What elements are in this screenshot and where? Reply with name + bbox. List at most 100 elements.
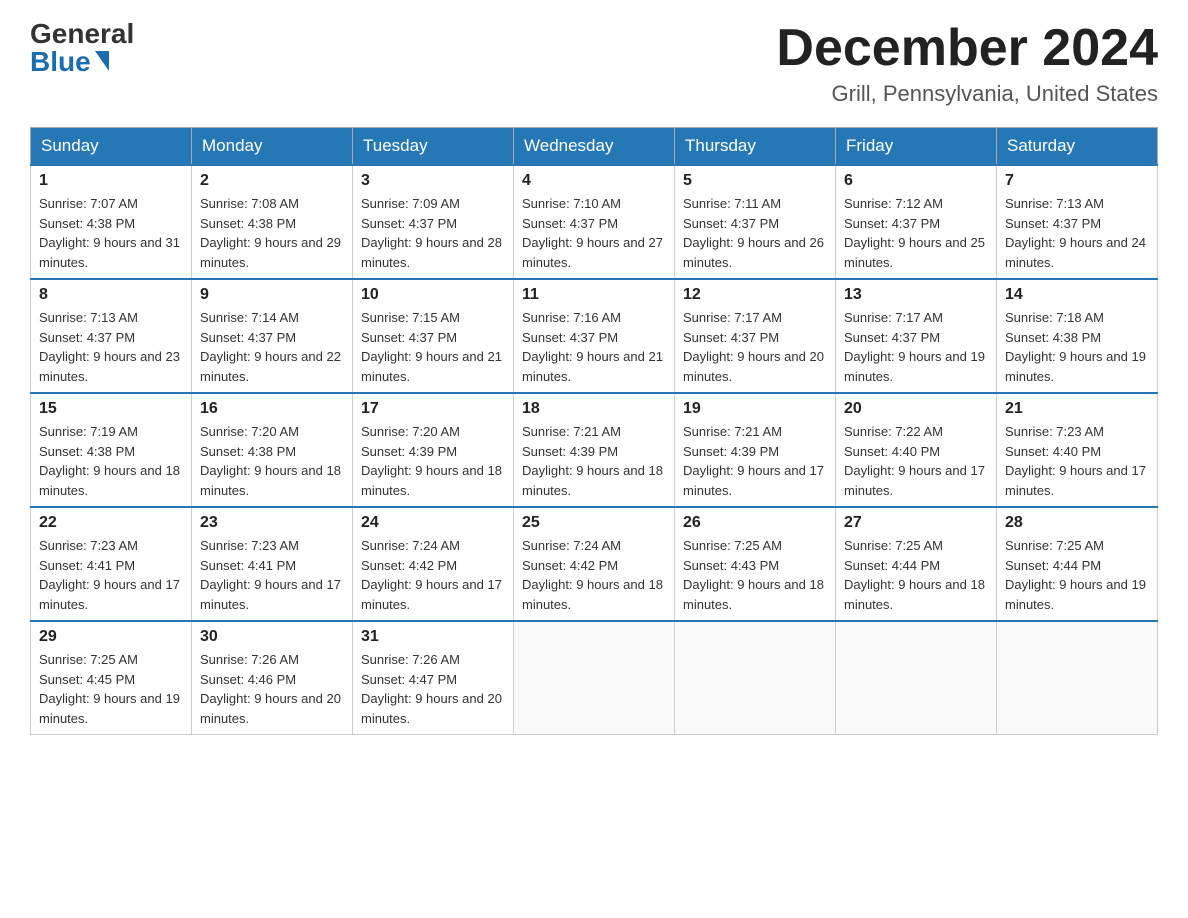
day-info: Sunrise: 7:25 AM Sunset: 4:44 PM Dayligh… (1005, 536, 1149, 614)
page-header: General Blue December 2024 Grill, Pennsy… (30, 20, 1158, 107)
calendar-table: Sunday Monday Tuesday Wednesday Thursday… (30, 127, 1158, 735)
table-row: 9 Sunrise: 7:14 AM Sunset: 4:37 PM Dayli… (192, 279, 353, 393)
table-row: 4 Sunrise: 7:10 AM Sunset: 4:37 PM Dayli… (514, 165, 675, 279)
table-row: 7 Sunrise: 7:13 AM Sunset: 4:37 PM Dayli… (997, 165, 1158, 279)
day-number: 27 (844, 514, 988, 532)
location-title: Grill, Pennsylvania, United States (776, 81, 1158, 107)
col-wednesday: Wednesday (514, 128, 675, 166)
day-number: 10 (361, 286, 505, 304)
day-number: 22 (39, 514, 183, 532)
table-row: 6 Sunrise: 7:12 AM Sunset: 4:37 PM Dayli… (836, 165, 997, 279)
calendar-header-row: Sunday Monday Tuesday Wednesday Thursday… (31, 128, 1158, 166)
table-row (836, 621, 997, 735)
day-info: Sunrise: 7:23 AM Sunset: 4:41 PM Dayligh… (39, 536, 183, 614)
day-info: Sunrise: 7:09 AM Sunset: 4:37 PM Dayligh… (361, 194, 505, 272)
day-number: 20 (844, 400, 988, 418)
day-number: 3 (361, 172, 505, 190)
day-number: 30 (200, 628, 344, 646)
table-row: 29 Sunrise: 7:25 AM Sunset: 4:45 PM Dayl… (31, 621, 192, 735)
day-number: 13 (844, 286, 988, 304)
day-number: 21 (1005, 400, 1149, 418)
table-row: 14 Sunrise: 7:18 AM Sunset: 4:38 PM Dayl… (997, 279, 1158, 393)
table-row: 13 Sunrise: 7:17 AM Sunset: 4:37 PM Dayl… (836, 279, 997, 393)
calendar-week-1: 1 Sunrise: 7:07 AM Sunset: 4:38 PM Dayli… (31, 165, 1158, 279)
day-info: Sunrise: 7:08 AM Sunset: 4:38 PM Dayligh… (200, 194, 344, 272)
logo-triangle-icon (95, 51, 109, 71)
calendar-week-5: 29 Sunrise: 7:25 AM Sunset: 4:45 PM Dayl… (31, 621, 1158, 735)
day-number: 31 (361, 628, 505, 646)
table-row: 18 Sunrise: 7:21 AM Sunset: 4:39 PM Dayl… (514, 393, 675, 507)
day-number: 4 (522, 172, 666, 190)
day-number: 15 (39, 400, 183, 418)
day-info: Sunrise: 7:22 AM Sunset: 4:40 PM Dayligh… (844, 422, 988, 500)
day-number: 9 (200, 286, 344, 304)
table-row: 27 Sunrise: 7:25 AM Sunset: 4:44 PM Dayl… (836, 507, 997, 621)
table-row: 24 Sunrise: 7:24 AM Sunset: 4:42 PM Dayl… (353, 507, 514, 621)
col-tuesday: Tuesday (353, 128, 514, 166)
day-info: Sunrise: 7:16 AM Sunset: 4:37 PM Dayligh… (522, 308, 666, 386)
table-row: 20 Sunrise: 7:22 AM Sunset: 4:40 PM Dayl… (836, 393, 997, 507)
day-info: Sunrise: 7:23 AM Sunset: 4:41 PM Dayligh… (200, 536, 344, 614)
day-info: Sunrise: 7:24 AM Sunset: 4:42 PM Dayligh… (522, 536, 666, 614)
day-info: Sunrise: 7:19 AM Sunset: 4:38 PM Dayligh… (39, 422, 183, 500)
table-row: 10 Sunrise: 7:15 AM Sunset: 4:37 PM Dayl… (353, 279, 514, 393)
table-row: 19 Sunrise: 7:21 AM Sunset: 4:39 PM Dayl… (675, 393, 836, 507)
day-info: Sunrise: 7:07 AM Sunset: 4:38 PM Dayligh… (39, 194, 183, 272)
day-number: 23 (200, 514, 344, 532)
day-info: Sunrise: 7:17 AM Sunset: 4:37 PM Dayligh… (844, 308, 988, 386)
calendar-week-4: 22 Sunrise: 7:23 AM Sunset: 4:41 PM Dayl… (31, 507, 1158, 621)
table-row: 22 Sunrise: 7:23 AM Sunset: 4:41 PM Dayl… (31, 507, 192, 621)
logo-general-text: General (30, 20, 134, 48)
table-row: 2 Sunrise: 7:08 AM Sunset: 4:38 PM Dayli… (192, 165, 353, 279)
table-row: 28 Sunrise: 7:25 AM Sunset: 4:44 PM Dayl… (997, 507, 1158, 621)
day-info: Sunrise: 7:13 AM Sunset: 4:37 PM Dayligh… (1005, 194, 1149, 272)
day-info: Sunrise: 7:21 AM Sunset: 4:39 PM Dayligh… (522, 422, 666, 500)
table-row: 23 Sunrise: 7:23 AM Sunset: 4:41 PM Dayl… (192, 507, 353, 621)
day-info: Sunrise: 7:20 AM Sunset: 4:38 PM Dayligh… (200, 422, 344, 500)
day-number: 12 (683, 286, 827, 304)
day-info: Sunrise: 7:18 AM Sunset: 4:38 PM Dayligh… (1005, 308, 1149, 386)
table-row: 1 Sunrise: 7:07 AM Sunset: 4:38 PM Dayli… (31, 165, 192, 279)
table-row (514, 621, 675, 735)
day-info: Sunrise: 7:15 AM Sunset: 4:37 PM Dayligh… (361, 308, 505, 386)
day-info: Sunrise: 7:24 AM Sunset: 4:42 PM Dayligh… (361, 536, 505, 614)
table-row: 5 Sunrise: 7:11 AM Sunset: 4:37 PM Dayli… (675, 165, 836, 279)
col-thursday: Thursday (675, 128, 836, 166)
day-number: 8 (39, 286, 183, 304)
day-info: Sunrise: 7:25 AM Sunset: 4:44 PM Dayligh… (844, 536, 988, 614)
col-friday: Friday (836, 128, 997, 166)
day-number: 2 (200, 172, 344, 190)
day-number: 14 (1005, 286, 1149, 304)
day-number: 1 (39, 172, 183, 190)
day-number: 16 (200, 400, 344, 418)
day-number: 7 (1005, 172, 1149, 190)
day-info: Sunrise: 7:21 AM Sunset: 4:39 PM Dayligh… (683, 422, 827, 500)
day-info: Sunrise: 7:26 AM Sunset: 4:46 PM Dayligh… (200, 650, 344, 728)
table-row: 17 Sunrise: 7:20 AM Sunset: 4:39 PM Dayl… (353, 393, 514, 507)
title-block: December 2024 Grill, Pennsylvania, Unite… (776, 20, 1158, 107)
table-row (997, 621, 1158, 735)
day-info: Sunrise: 7:10 AM Sunset: 4:37 PM Dayligh… (522, 194, 666, 272)
day-info: Sunrise: 7:17 AM Sunset: 4:37 PM Dayligh… (683, 308, 827, 386)
day-info: Sunrise: 7:14 AM Sunset: 4:37 PM Dayligh… (200, 308, 344, 386)
logo: General Blue (30, 20, 134, 76)
table-row: 15 Sunrise: 7:19 AM Sunset: 4:38 PM Dayl… (31, 393, 192, 507)
table-row: 26 Sunrise: 7:25 AM Sunset: 4:43 PM Dayl… (675, 507, 836, 621)
day-info: Sunrise: 7:12 AM Sunset: 4:37 PM Dayligh… (844, 194, 988, 272)
day-number: 17 (361, 400, 505, 418)
day-info: Sunrise: 7:23 AM Sunset: 4:40 PM Dayligh… (1005, 422, 1149, 500)
logo-blue-text: Blue (30, 48, 91, 76)
col-sunday: Sunday (31, 128, 192, 166)
day-number: 25 (522, 514, 666, 532)
table-row: 11 Sunrise: 7:16 AM Sunset: 4:37 PM Dayl… (514, 279, 675, 393)
table-row: 8 Sunrise: 7:13 AM Sunset: 4:37 PM Dayli… (31, 279, 192, 393)
calendar-week-3: 15 Sunrise: 7:19 AM Sunset: 4:38 PM Dayl… (31, 393, 1158, 507)
day-number: 18 (522, 400, 666, 418)
calendar-week-2: 8 Sunrise: 7:13 AM Sunset: 4:37 PM Dayli… (31, 279, 1158, 393)
table-row: 21 Sunrise: 7:23 AM Sunset: 4:40 PM Dayl… (997, 393, 1158, 507)
day-number: 24 (361, 514, 505, 532)
month-title: December 2024 (776, 20, 1158, 77)
day-number: 11 (522, 286, 666, 304)
table-row: 25 Sunrise: 7:24 AM Sunset: 4:42 PM Dayl… (514, 507, 675, 621)
day-info: Sunrise: 7:26 AM Sunset: 4:47 PM Dayligh… (361, 650, 505, 728)
